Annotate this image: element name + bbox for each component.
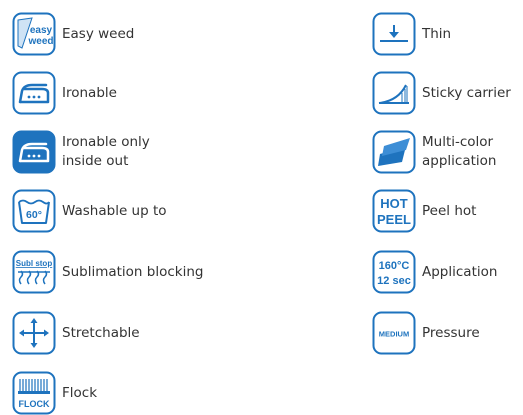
legend-item-application: 160°C 12 sec Application [372,250,497,294]
legend-label-line-1: Ironable only [62,134,150,150]
thin-icon [372,12,416,56]
legend-item-flock: FLOCK Flock [12,371,97,415]
legend-item-multi-color: Multi-color application [372,130,496,174]
legend-label: Stretchable [62,324,140,341]
easy-weed-icon-text-1: easy [30,25,53,36]
legend-item-stretchable: Stretchable [12,311,140,355]
flock-icon-text: FLOCK [19,399,50,409]
legend-label: Sublimation blocking [62,263,204,280]
legend-item-easy-weed: easy weed Easy weed [12,12,134,56]
application-icon: 160°C 12 sec [372,250,416,294]
legend-item-pressure: MEDIUM Pressure [372,311,480,355]
legend-label-line-2: application [422,153,497,169]
legend-label-line-1: Multi-color [422,134,494,150]
pressure-icon-text: MEDIUM [379,330,409,339]
application-icon-text-2: 12 sec [377,275,411,287]
legend-item-ironable: Ironable [12,71,117,115]
legend-label: Flock [62,384,98,401]
peel-hot-icon-text-2: PEEL [377,212,411,227]
legend-item-sticky-carrier: Sticky carrier [372,71,511,115]
legend-label: Sticky carrier [422,84,511,101]
legend-label: Peel hot [422,202,477,219]
legend-label: Thin [422,25,452,42]
legend-label: Easy weed [62,25,135,42]
legend-label: Application [422,263,498,280]
stretch-arrows-icon [12,311,56,355]
legend-item-sublimation-blocking: Subl stop Sublimation blocking [12,250,203,294]
sublimation-icon: Subl stop [12,250,56,294]
legend-label: Ironable [62,84,117,101]
legend-item-peel-hot: HOT PEEL Peel hot [372,189,476,233]
iron-icon [12,71,56,115]
legend-label: Ironable only inside out [62,133,150,171]
legend-item-ironable-inside-out: Ironable only inside out [12,130,150,174]
legend-item-washable: 60° Washable up to [12,189,167,233]
flock-icon: FLOCK [12,371,56,415]
legend-label: Pressure [422,324,480,341]
iron-inside-out-icon [12,130,56,174]
icon-legend: easy weed Easy weed Ironable Ironable on… [0,0,523,415]
easy-weed-icon: easy weed [12,12,56,56]
legend-label-line-2: inside out [62,153,129,169]
sublimation-icon-text: Subl stop [16,259,53,268]
legend-item-thin: Thin [372,12,451,56]
peel-hot-icon: HOT PEEL [372,189,416,233]
legend-label: Washable up to [62,202,167,219]
wash-tub-icon: 60° [12,189,56,233]
pressure-icon: MEDIUM [372,311,416,355]
legend-label: Multi-color application [422,133,496,171]
multi-color-icon [372,130,416,174]
wash-tub-icon-text: 60° [26,209,42,221]
application-icon-text-1: 160°C [379,260,410,272]
sticky-carrier-icon [372,71,416,115]
easy-weed-icon-text-2: weed [27,36,53,47]
peel-hot-icon-text-1: HOT [380,196,408,211]
